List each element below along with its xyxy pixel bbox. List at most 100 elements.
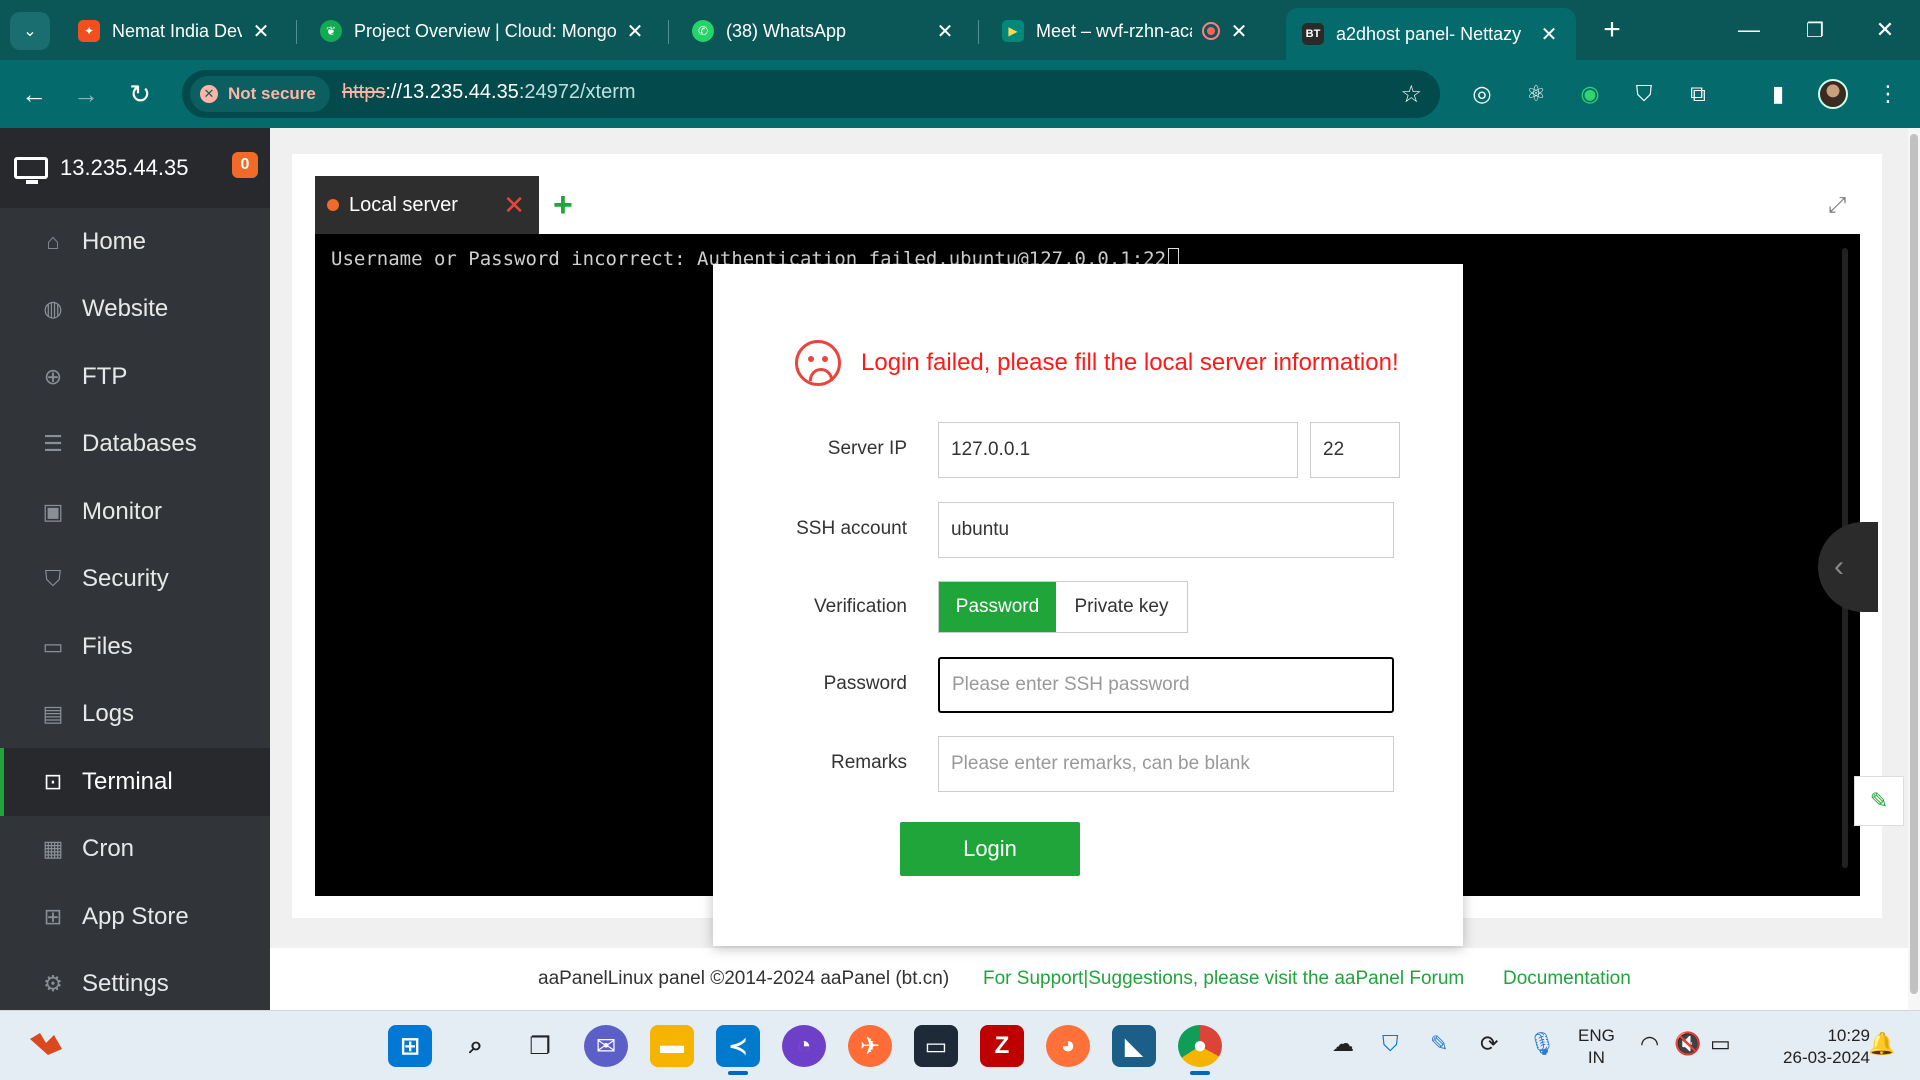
react-devtools-icon[interactable]: ⚛ xyxy=(1518,76,1554,112)
gear-icon: ⚙ xyxy=(43,971,63,997)
dialog-title: Login failed, please fill the local serv… xyxy=(795,340,1399,386)
documentation-link[interactable]: Documentation xyxy=(1503,968,1631,990)
sidebar-item-databases[interactable]: ☰ Databases xyxy=(0,411,270,479)
site-security-chip[interactable]: ✕ Not secure xyxy=(190,76,330,112)
edit-note-icon[interactable]: ✎ xyxy=(1854,776,1904,826)
remarks-input[interactable] xyxy=(938,736,1394,792)
close-icon[interactable]: ✕ xyxy=(503,190,525,221)
github-desktop-icon[interactable]: ◔ xyxy=(782,1025,826,1067)
vscode-icon[interactable]: ≺ xyxy=(716,1025,760,1075)
file-explorer-icon[interactable]: ▬ xyxy=(650,1025,694,1067)
notification-badge[interactable]: 0 xyxy=(232,152,258,178)
shield-extension-icon[interactable]: ⛉ xyxy=(1626,76,1662,112)
minimize-icon[interactable]: — xyxy=(1724,12,1774,48)
sidebar-item-logs[interactable]: ▤ Logs xyxy=(0,681,270,749)
speaker-muted-icon[interactable]: 🔇 xyxy=(1674,1031,1701,1057)
browser-tab-whatsapp[interactable]: ✆ (38) WhatsApp ✕ xyxy=(676,6,972,56)
sidebar-item-security[interactable]: ⛉ Security xyxy=(0,546,270,614)
close-tab-icon[interactable]: ✕ xyxy=(1538,22,1560,47)
terminal-tab-local-server[interactable]: Local server ✕ xyxy=(315,176,539,234)
more-menu-icon[interactable]: ⋮ xyxy=(1870,76,1906,112)
browser-tab-mongodb[interactable]: ❦ Project Overview | Cloud: MongoDB ✕ xyxy=(304,6,662,56)
login-button[interactable]: Login xyxy=(900,822,1080,876)
server-monitor-icon xyxy=(14,157,48,184)
browser-tab-aapanel[interactable]: BT a2dhost panel- Nettazy ✕ xyxy=(1286,8,1576,60)
back-arrow-icon[interactable]: ← xyxy=(14,74,54,114)
close-window-icon[interactable]: ✕ xyxy=(1860,12,1910,48)
wifi-icon[interactable]: ◠ xyxy=(1640,1031,1659,1057)
firefox-icon[interactable]: ◕ xyxy=(1046,1025,1090,1067)
sidebar-header: 13.235.44.35 xyxy=(0,128,270,208)
browser-tab-meet[interactable]: ▶ Meet – wvf-rzhn-aca ✕ xyxy=(986,6,1266,56)
eye-extension-icon[interactable]: ◉ xyxy=(1572,76,1608,112)
bt-icon: BT xyxy=(1302,23,1324,45)
search-icon[interactable]: ⌕ xyxy=(454,1025,498,1067)
address-bar[interactable]: ✕ Not secure https://13.235.44.35:24972/… xyxy=(182,70,1440,118)
postman-icon[interactable]: ✈ xyxy=(848,1025,892,1067)
filezilla-icon[interactable]: Z xyxy=(980,1025,1024,1067)
forward-arrow-icon[interactable]: → xyxy=(66,74,106,114)
chevron-left-icon: ‹ xyxy=(1834,550,1844,583)
notification-bell-icon[interactable]: 🔔 xyxy=(1868,1031,1895,1057)
chevron-down-icon: ⌄ xyxy=(23,23,37,40)
onedrive-icon[interactable]: ☁ xyxy=(1332,1031,1354,1057)
teams-chat-icon[interactable]: ✉ xyxy=(584,1025,628,1067)
server-host: 13.235.44.35 xyxy=(60,155,189,180)
sidebar-item-terminal[interactable]: ⊡ Terminal xyxy=(0,748,270,816)
close-tab-icon[interactable]: ✕ xyxy=(1228,19,1250,44)
password-label: Password xyxy=(823,673,907,694)
terminal-app-icon[interactable]: ▭ xyxy=(914,1025,958,1067)
defender-icon[interactable]: ⛉ xyxy=(1382,1031,1399,1057)
bookmark-star-icon[interactable]: ☆ xyxy=(1400,80,1422,109)
sidebar-item-settings[interactable]: ⚙ Settings xyxy=(0,951,270,1019)
microphone-icon[interactable]: 🎙 xyxy=(1528,1031,1556,1057)
side-panel-icon[interactable]: ▮ xyxy=(1760,76,1796,112)
sidebar-item-monitor[interactable]: ▣ Monitor xyxy=(0,478,270,546)
monitor-chart-icon: ▣ xyxy=(42,498,64,524)
fullscreen-icon[interactable]: ⤢ xyxy=(1828,192,1846,218)
add-terminal-button[interactable]: + xyxy=(553,186,573,225)
sidebar-item-cron[interactable]: ▦ Cron xyxy=(0,816,270,884)
password-option[interactable]: Password xyxy=(939,582,1056,632)
server-ip-input[interactable] xyxy=(938,422,1298,478)
sidebar-item-app-store[interactable]: ⊞ App Store xyxy=(0,883,270,951)
page-scrollbar[interactable] xyxy=(1908,128,1920,1010)
sidebar-item-website[interactable]: ◍ Website xyxy=(0,276,270,344)
reload-icon[interactable]: ↻ xyxy=(120,74,160,114)
profile-avatar[interactable] xyxy=(1818,79,1848,109)
restore-icon[interactable]: ❐ xyxy=(1790,12,1840,48)
figma-icon: ✦ xyxy=(78,20,100,42)
close-tab-icon[interactable]: ✕ xyxy=(934,19,956,44)
windows-start-icon[interactable]: ⊞ xyxy=(388,1025,432,1067)
private-key-option[interactable]: Private key xyxy=(1056,582,1187,632)
browser-toolbar: ← → ↻ ✕ Not secure https://13.235.44.35:… xyxy=(0,60,1920,128)
mysql-workbench-icon[interactable]: ◣ xyxy=(1112,1025,1156,1067)
task-view-icon[interactable]: ❐ xyxy=(518,1025,562,1067)
sidebar-item-files[interactable]: ▭ Files xyxy=(0,613,270,681)
verification-label: Verification xyxy=(814,596,907,617)
url-text[interactable]: https://13.235.44.35:24972/xterm xyxy=(342,81,636,104)
footer: aaPanelLinux panel ©2014-2024 aaPanel (b… xyxy=(270,948,1920,1010)
app-tray-icon[interactable]: ✎ xyxy=(1430,1031,1448,1057)
browser-tab-strip: ⌄ ✦ Nemat India Dev File – Figma ✕ ❦ Pro… xyxy=(0,0,1920,60)
chrome-icon[interactable]: ● xyxy=(1178,1025,1222,1075)
ssh-account-input[interactable] xyxy=(938,502,1394,558)
sidebar-item-home[interactable]: ⌂ Home xyxy=(0,208,270,276)
close-tab-icon[interactable]: ✕ xyxy=(624,19,646,44)
system-clock[interactable]: 10:29 26-03-2024 xyxy=(1750,1025,1870,1069)
sync-icon[interactable]: ⟳ xyxy=(1480,1031,1498,1057)
new-tab-button[interactable]: + xyxy=(1594,12,1630,48)
support-forum-link[interactable]: For Support|Suggestions, please visit th… xyxy=(983,968,1464,990)
sidebar-item-ftp[interactable]: ⊕ FTP xyxy=(0,343,270,411)
tab-search-button[interactable]: ⌄ xyxy=(10,12,50,50)
battery-icon[interactable]: ▭ xyxy=(1710,1031,1731,1057)
language-indicator[interactable]: ENG IN xyxy=(1578,1025,1615,1069)
ssh-password-input[interactable] xyxy=(938,657,1394,713)
browser-tab-figma[interactable]: ✦ Nemat India Dev File – Figma ✕ xyxy=(62,6,288,56)
close-tab-icon[interactable]: ✕ xyxy=(250,19,272,44)
extensions-puzzle-icon[interactable]: ⧉ xyxy=(1680,76,1716,112)
recording-icon xyxy=(1202,22,1220,40)
port-input[interactable] xyxy=(1310,422,1400,478)
record-extension-icon[interactable]: ◎ xyxy=(1464,76,1500,112)
widgets-icon[interactable] xyxy=(26,1029,66,1059)
